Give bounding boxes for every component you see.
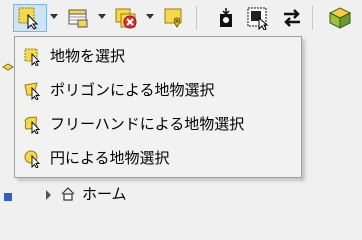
select-by-radius-icon [24, 150, 42, 169]
selection-toolbar [0, 0, 362, 36]
browser-tree-home[interactable]: ホーム [14, 180, 362, 210]
expand-arrow-icon[interactable] [46, 190, 51, 200]
identify-feature-icon[interactable] [214, 6, 238, 30]
chip-icon [2, 188, 14, 201]
plugin-cube-icon[interactable] [328, 6, 352, 30]
select-by-location-icon[interactable] [162, 6, 186, 30]
home-label: ホーム [82, 185, 127, 203]
select-by-polygon-icon [24, 82, 42, 101]
select-by-extent-icon[interactable] [246, 6, 270, 30]
deselect-features-icon[interactable] [114, 6, 138, 30]
side-panel-strip [0, 36, 14, 210]
select-features-icon[interactable] [17, 6, 41, 30]
toolbar-separator [196, 6, 197, 30]
menu-item-label: 円による地物選択 [50, 149, 170, 167]
menu-item-select-by-radius[interactable]: 円による地物選択 [16, 143, 300, 173]
menu-item-select-freehand[interactable]: フリーハンドによる地物選択 [16, 109, 300, 139]
select-features-icon [24, 48, 42, 67]
select-freehand-icon [24, 116, 42, 135]
menu-item-label: ポリゴンによる地物選択 [50, 81, 215, 99]
deselect-dropdown-arrow-icon[interactable] [146, 14, 154, 19]
toolbar-separator [312, 6, 313, 30]
attribute-dropdown-arrow-icon[interactable] [98, 14, 106, 19]
menu-item-select-by-polygon[interactable]: ポリゴンによる地物選択 [16, 75, 300, 105]
menu-item-label: フリーハンドによる地物選択 [50, 115, 245, 133]
switch-direction-icon[interactable] [280, 6, 304, 30]
selection-tool-menu: 地物を選択 ポリゴンによる地物選択 フリーハンドによる地物選択 円による地物選択 [14, 36, 302, 178]
attribute-table-icon[interactable] [66, 6, 90, 30]
menu-item-label: 地物を選択 [50, 47, 126, 65]
layer-icon [2, 60, 14, 72]
select-dropdown-arrow-icon[interactable] [50, 14, 58, 19]
menu-item-select-features[interactable]: 地物を選択 [16, 41, 300, 71]
home-icon [60, 186, 76, 202]
